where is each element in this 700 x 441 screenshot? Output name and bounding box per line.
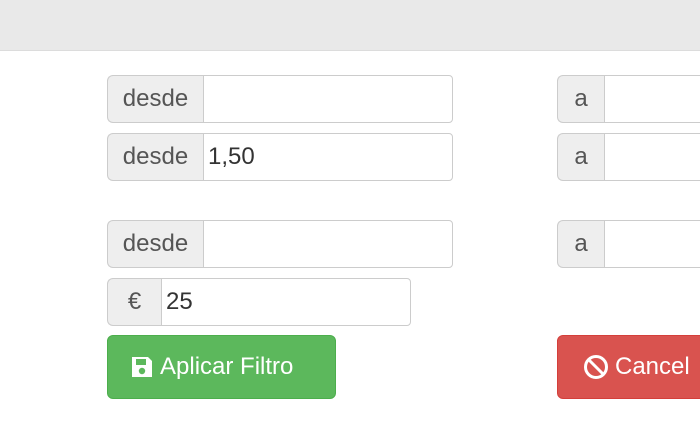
- row2-to-label: a: [557, 133, 604, 181]
- cancel-label: Cancel: [615, 353, 690, 380]
- row1-to-group: a: [557, 75, 700, 123]
- row3-from-input[interactable]: [203, 220, 453, 268]
- row3-from-group: desde: [107, 220, 453, 268]
- row1-to-input[interactable]: [604, 75, 700, 123]
- row3-to-input[interactable]: [604, 220, 700, 268]
- cancel-button[interactable]: Cancel: [557, 335, 700, 399]
- row2-to-input[interactable]: [604, 133, 700, 181]
- row1-to-label: a: [557, 75, 604, 123]
- row2-from-group: desde: [107, 133, 453, 181]
- row1-from-label: desde: [107, 75, 203, 123]
- ban-icon: [583, 354, 609, 380]
- row1-from-input[interactable]: [203, 75, 453, 123]
- row2-from-input[interactable]: [203, 133, 453, 181]
- top-bar: [0, 0, 700, 51]
- price-group: €: [107, 278, 411, 326]
- apply-filter-label: Aplicar Filtro: [160, 353, 294, 380]
- row2-from-label: desde: [107, 133, 203, 181]
- row1-from-group: desde: [107, 75, 453, 123]
- currency-addon: €: [107, 278, 161, 326]
- price-input[interactable]: [161, 278, 411, 326]
- apply-filter-button[interactable]: Aplicar Filtro: [107, 335, 336, 399]
- row3-from-label: desde: [107, 220, 203, 268]
- row3-to-label: a: [557, 220, 604, 268]
- save-icon: [130, 355, 154, 379]
- row3-to-group: a: [557, 220, 700, 268]
- row2-to-group: a: [557, 133, 700, 181]
